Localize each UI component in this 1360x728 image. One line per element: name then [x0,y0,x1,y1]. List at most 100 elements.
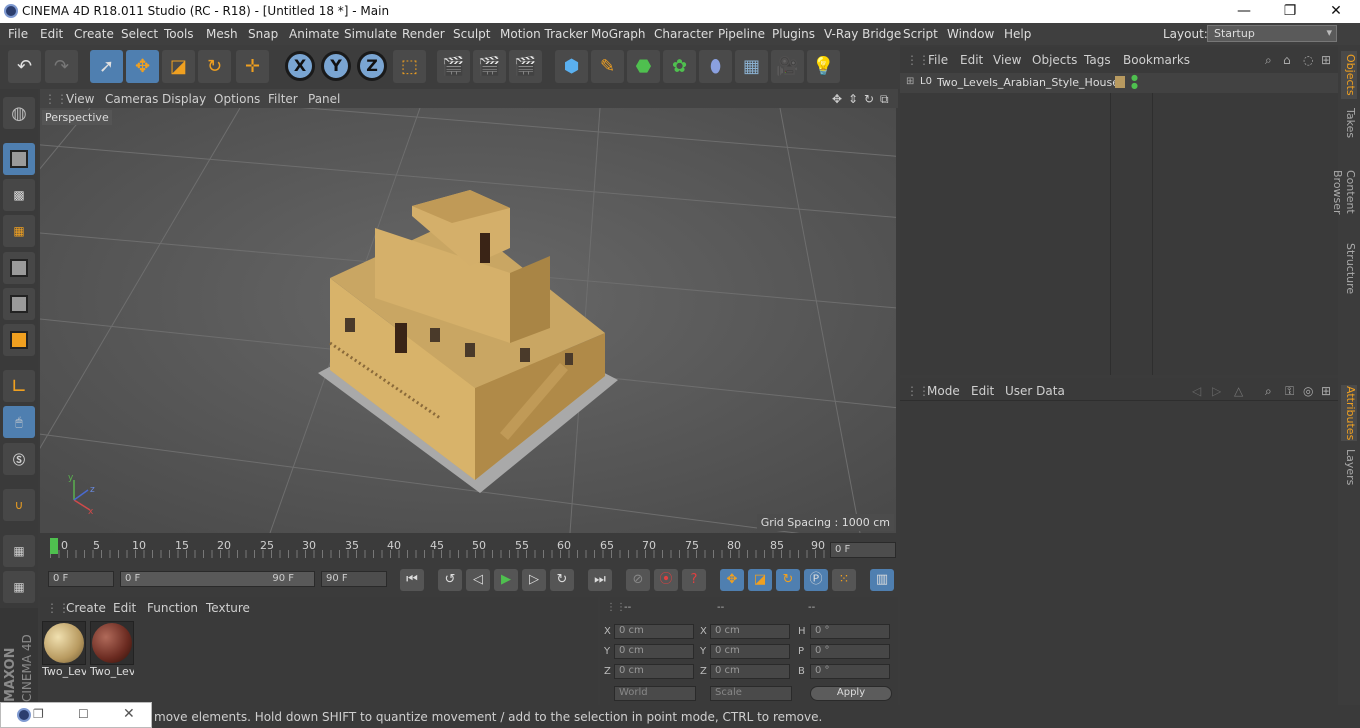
object-name[interactable]: Two_Levels_Arabian_Style_House [937,76,1119,89]
go-to-start-button[interactable]: ⏮ [400,569,424,591]
workplane-mode-button[interactable]: ▦ [3,215,35,247]
z-axis-toggle[interactable]: Z [357,51,387,81]
rotation-h-field[interactable]: 0 ° [810,624,890,639]
menu-sculpt[interactable]: Sculpt [453,27,490,41]
model-mode-button[interactable] [3,143,35,175]
viewport-menu-panel[interactable]: Panel [308,92,340,106]
menu-mograph[interactable]: MoGraph [591,27,646,41]
scale-button[interactable]: ◪ [162,50,195,83]
objects-menu-file[interactable]: File [928,53,948,67]
viewport-menu-view[interactable]: View [66,92,94,106]
viewport-move-icon[interactable]: ✥ [832,92,842,106]
play-button[interactable]: ▶ [494,569,518,591]
objects-menu-view[interactable]: View [993,53,1021,67]
viewport-maximize-icon[interactable]: ⧉ [880,92,889,107]
go-to-end-button[interactable]: ⏭ [588,569,612,591]
restore-button[interactable]: ❐ [1267,0,1313,23]
attributes-menu-user-data[interactable]: User Data [1005,384,1065,398]
tab-structure[interactable]: Structure [1341,243,1357,295]
material-tag-icon[interactable] [1115,76,1125,88]
scale-mode-select[interactable]: Scale [710,686,792,701]
maximize-icon[interactable]: ☐ [78,707,89,721]
live-selection-button[interactable]: ➚ [90,50,123,83]
start-frame-field[interactable]: 0 F [48,571,114,587]
menu-help[interactable]: Help [1004,27,1031,41]
close-button[interactable]: ✕ [1313,0,1359,23]
size-x-field[interactable]: 0 cm [710,624,790,639]
objects-menu-objects[interactable]: Objects [1032,53,1077,67]
magnet-button[interactable]: ∪ [3,489,35,521]
previous-frame-button[interactable]: ◁ [466,569,490,591]
visibility-dots-icon[interactable]: ● ● [1131,74,1138,90]
record-button[interactable]: ⦿ [654,569,678,591]
objects-menu-bookmarks[interactable]: Bookmarks [1123,53,1190,67]
tweak-mode-button[interactable]: 🖱 [3,406,35,438]
menu-character[interactable]: Character [654,27,713,41]
viewport-menu-filter[interactable]: Filter [268,92,298,106]
menu-plugins[interactable]: Plugins [772,27,815,41]
position-x-field[interactable]: 0 cm [614,624,694,639]
pen-button[interactable]: ✎ [591,50,624,83]
redo-button[interactable]: ↷ [45,50,78,83]
next-frame-button[interactable]: ▷ [522,569,546,591]
move-button[interactable]: ✥ [126,50,159,83]
viewport-menu-options[interactable]: Options [214,92,260,106]
render-view-button[interactable]: 🎬 [437,50,470,83]
attributes-menu-edit[interactable]: Edit [971,384,994,398]
autokey-button[interactable]: ? [682,569,706,591]
cloner-button[interactable]: ✿ [663,50,696,83]
close-icon[interactable]: ✕ [123,706,135,722]
subdivision-button[interactable]: ⬣ [627,50,660,83]
previous-key-button[interactable]: ↺ [438,569,462,591]
light-button[interactable]: 💡 [807,50,840,83]
back-icon[interactable]: ◌ [1303,53,1313,67]
tab-attributes[interactable]: Attributes [1341,385,1357,441]
recent-tools-button[interactable]: ✛ [236,50,269,83]
render-picture-viewer-button[interactable]: 🎬 [473,50,506,83]
position-y-field[interactable]: 0 cm [614,644,694,659]
lock-icon[interactable]: ⚿ [1285,384,1294,399]
workplane-align-button[interactable]: ▦ [3,571,35,603]
new-panel-icon[interactable]: ⊞ [1321,384,1331,398]
objects-menu-edit[interactable]: Edit [960,53,983,67]
polygons-mode-button[interactable] [3,324,35,356]
search-icon[interactable]: ⌕ [1265,53,1272,68]
menu-snap[interactable]: Snap [248,27,278,41]
menu-pipeline[interactable]: Pipeline [718,27,765,41]
end-frame-field[interactable]: 90 F [321,571,387,587]
menu-create[interactable]: Create [74,27,114,41]
menu-animate[interactable]: Animate [289,27,339,41]
playhead-marker[interactable] [50,538,58,554]
menu-window[interactable]: Window [947,27,994,41]
timeline-ruler[interactable]: 0 5 10 15 20 25 30 35 40 45 50 55 60 65 … [40,533,898,567]
deformer-button[interactable]: ⬮ [699,50,732,83]
texture-mode-button[interactable]: ▩ [3,179,35,211]
viewport-zoom-icon[interactable]: ⇕ [848,92,858,106]
viewport-menu-display[interactable]: Display [162,92,206,106]
edges-mode-button[interactable] [3,288,35,320]
menu-edit[interactable]: Edit [40,27,63,41]
coordinate-system-button[interactable]: ⬚ [393,50,426,83]
back-arrow-icon[interactable]: ◁ [1192,384,1201,398]
viewport-rotate-icon[interactable]: ↻ [864,92,874,106]
size-z-field[interactable]: 0 cm [710,664,790,679]
material-menu-texture[interactable]: Texture [206,601,250,615]
current-frame-field[interactable]: 0 F [830,542,896,558]
new-panel-icon[interactable]: ⊞ [1321,53,1331,67]
menu-simulate[interactable]: Simulate [344,27,397,41]
forward-arrow-icon[interactable]: ▷ [1212,384,1221,398]
menu-vray-bridge[interactable]: V-Ray Bridge [824,27,901,41]
key-pla-icon[interactable]: ⁙ [832,569,856,591]
timeline-window-icon[interactable]: ▥ [870,569,894,591]
home-icon[interactable]: ⌂ [1283,53,1291,67]
attributes-menu-mode[interactable]: Mode [927,384,960,398]
up-arrow-icon[interactable]: △ [1234,384,1243,398]
rotation-b-field[interactable]: 0 ° [810,664,890,679]
undo-button[interactable]: ↶ [8,50,41,83]
y-axis-toggle[interactable]: Y [321,51,351,81]
position-z-field[interactable]: 0 cm [614,664,694,679]
frame-range-slider[interactable]: 0 F 90 F [120,571,315,587]
menu-tools[interactable]: Tools [164,27,194,41]
search-icon[interactable]: ⌕ [1265,384,1272,399]
material-menu-function[interactable]: Function [147,601,198,615]
